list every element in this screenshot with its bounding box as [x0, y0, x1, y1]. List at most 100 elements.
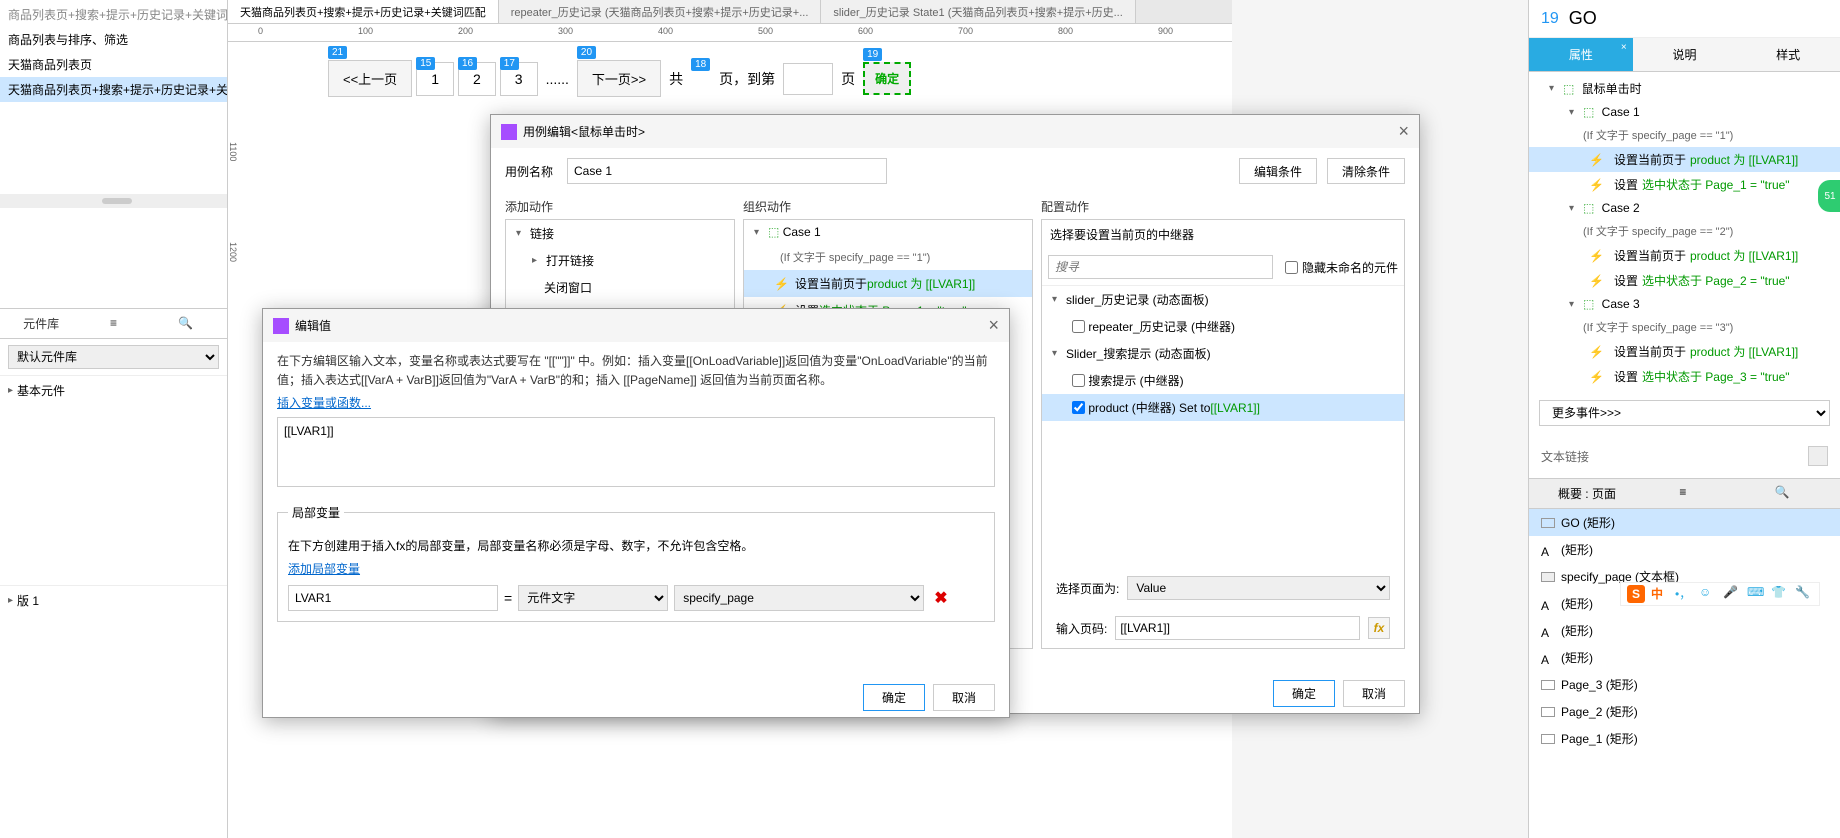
interaction-act[interactable]: ⚡设置当前页于 product 为 [[LVAR1]]	[1529, 243, 1840, 268]
document-tabs: 天猫商品列表页+搜索+提示+历史记录+关键词匹配 repeater_历史记录 (…	[228, 0, 1232, 24]
interaction-case[interactable]: ▾⬚ Case 3	[1529, 293, 1840, 315]
search-icon[interactable]: 🔍	[1734, 485, 1830, 502]
interaction-act[interactable]: ⚡设置 选中状态于 Page_2 = "true"	[1529, 268, 1840, 293]
interaction-cond[interactable]: (If 文字于 specify_page == "1")	[1529, 123, 1840, 147]
tree-item-selected[interactable]: product (中继器) Set to [[LVAR1]]	[1042, 394, 1404, 421]
interaction-case[interactable]: ▾⬚ Case 2	[1529, 197, 1840, 219]
delete-variable-icon[interactable]: ✖	[934, 588, 947, 608]
interaction-cond[interactable]: (If 文字于 specify_page == "2")	[1529, 219, 1840, 243]
outline-item[interactable]: Page_1 (矩形)	[1529, 725, 1840, 752]
pagination-widget: 21 <<上一页 15 1 16 2 17 3 ...... 20 下一页>> …	[328, 60, 911, 97]
page-item-selected[interactable]: 天猫商品列表页+搜索+提示+历史记录+关键词	[0, 77, 227, 102]
outline-item[interactable]: A(矩形)	[1529, 536, 1840, 563]
widget-tree: ▾slider_历史记录 (动态面板) repeater_历史记录 (中继器) …	[1042, 285, 1404, 568]
go-button[interactable]: 确定	[863, 62, 911, 95]
library-select[interactable]: 默认元件库	[8, 345, 219, 369]
tree-item[interactable]: ▸打开链接	[506, 247, 734, 274]
outline-item[interactable]: A(矩形)	[1529, 644, 1840, 671]
widget-checkbox[interactable]	[1072, 374, 1085, 387]
cancel-button[interactable]: 取消	[1343, 680, 1405, 707]
variable-name-input[interactable]	[288, 585, 498, 611]
clear-condition-button[interactable]: 清除条件	[1327, 158, 1405, 184]
menu-icon[interactable]: ≡	[1635, 485, 1731, 502]
edit-condition-button[interactable]: 编辑条件	[1239, 158, 1317, 184]
interaction-act[interactable]: ⚡设置 选中状态于 Page_3 = "true"	[1529, 364, 1840, 389]
ime-punct-icon[interactable]: •，	[1675, 585, 1693, 603]
variable-type-select[interactable]: 元件文字	[518, 585, 668, 611]
tree-item[interactable]: repeater_历史记录 (中继器)	[1042, 313, 1404, 340]
ime-emoji-icon[interactable]: ☺	[1699, 585, 1717, 603]
outline-item[interactable]: A(矩形)	[1529, 617, 1840, 644]
specify-page-input[interactable]	[783, 63, 833, 95]
select-page-dropdown[interactable]: Value	[1127, 576, 1390, 600]
add-local-variable-link[interactable]: 添加局部变量	[288, 562, 360, 576]
canvas-area: 天猫商品列表页+搜索+提示+历史记录+关键词匹配 repeater_历史记录 (…	[228, 0, 1232, 838]
select-page-label: 选择页面为:	[1056, 580, 1119, 597]
tree-node[interactable]: ▾Slider_搜索提示 (动态面板)	[1042, 340, 1404, 367]
sogou-icon[interactable]: S	[1627, 585, 1645, 603]
ime-keyboard-icon[interactable]: ⌨	[1747, 585, 1765, 603]
cancel-button[interactable]: 取消	[933, 684, 995, 711]
rp-icon	[273, 318, 289, 334]
tab-notes[interactable]: 说明	[1633, 38, 1737, 71]
ok-button[interactable]: 确定	[863, 684, 925, 711]
search-icon[interactable]: 🔍	[153, 316, 219, 332]
case-name-input[interactable]	[567, 158, 887, 184]
page-item[interactable]: 天猫商品列表页	[0, 52, 227, 77]
widget-checkbox[interactable]	[1072, 320, 1085, 333]
variable-target-select[interactable]: specify_page	[674, 585, 924, 611]
tree-node[interactable]: ▾slider_历史记录 (动态面板)	[1042, 286, 1404, 313]
tree-item[interactable]: 搜索提示 (中继器)	[1042, 367, 1404, 394]
ime-skin-icon[interactable]: 👕	[1771, 585, 1789, 603]
interaction-cond[interactable]: (If 文字于 specify_page == "3")	[1529, 315, 1840, 339]
link-icon[interactable]	[1808, 446, 1828, 466]
tab-style[interactable]: 样式	[1736, 38, 1840, 71]
library-category[interactable]: 版 1	[0, 585, 227, 615]
outline-item[interactable]: Page_2 (矩形)	[1529, 698, 1840, 725]
local-variables-fieldset: 局部变量 在下方创建用于插入fx的局部变量，局部变量名称必须是字母、数字，不允许…	[277, 504, 995, 622]
action-row[interactable]: ⚡ 设置当前页于 product 为 [[LVAR1]]	[744, 270, 1032, 297]
document-tab[interactable]: 天猫商品列表页+搜索+提示+历史记录+关键词匹配	[228, 0, 499, 23]
menu-icon[interactable]: ≡	[80, 316, 146, 332]
prev-button[interactable]: <<上一页	[328, 60, 412, 97]
interaction-act[interactable]: ⚡设置当前页于 product 为 [[LVAR1]]	[1529, 339, 1840, 364]
interaction-act[interactable]: ⚡设置当前页于 product 为 [[LVAR1]]	[1529, 147, 1840, 172]
case-name-label: 用例名称	[505, 163, 553, 180]
document-tab[interactable]: repeater_历史记录 (天猫商品列表页+搜索+提示+历史记录+...	[499, 0, 822, 23]
ime-tool-icon[interactable]: 🔧	[1795, 585, 1813, 603]
interaction-act[interactable]: ⚡设置 选中状态于 Page_1 = "true"	[1529, 172, 1840, 197]
edit-description: 在下方编辑区输入文本，变量名称或表达式要写在 "[[""]]" 中。例如：插入变…	[277, 352, 995, 390]
add-action-header: 添加动作	[505, 194, 735, 219]
next-button[interactable]: 下一页>>	[577, 60, 661, 97]
document-tab[interactable]: slider_历史记录 State1 (天猫商品列表页+搜索+提示+历史...	[821, 0, 1135, 23]
more-events-dropdown[interactable]: 更多事件>>>	[1539, 400, 1830, 426]
library-category[interactable]: 基本元件	[0, 375, 227, 405]
interaction-ev[interactable]: ⬚ 鼠标移入时	[1529, 389, 1840, 392]
value-textarea[interactable]: [[LVAR1]]	[277, 417, 995, 487]
tree-node-link[interactable]: ▾链接	[506, 220, 734, 247]
fx-button[interactable]: fx	[1368, 617, 1390, 639]
page-number-input[interactable]	[1115, 616, 1360, 640]
equals-label: =	[504, 590, 512, 606]
outline-item[interactable]: Page_3 (矩形)	[1529, 671, 1840, 698]
close-icon[interactable]: ×	[1398, 121, 1409, 142]
page-item[interactable]: 商品列表页+搜索+提示+历史记录+关键词匹配	[0, 2, 227, 27]
case-node[interactable]: ▾ ⬚ Case 1	[744, 220, 1032, 244]
close-icon[interactable]: ×	[988, 315, 999, 336]
widget-checkbox[interactable]	[1072, 401, 1085, 414]
ime-lang-icon[interactable]: 中	[1651, 585, 1669, 603]
widget-search-input[interactable]	[1048, 255, 1273, 279]
tab-properties[interactable]: 属性	[1529, 38, 1633, 71]
ok-button[interactable]: 确定	[1273, 680, 1335, 707]
interaction-ev[interactable]: ▾⬚ 鼠标单击时	[1529, 76, 1840, 101]
selection-header: 19 GO	[1529, 0, 1840, 38]
tree-item[interactable]: 关闭窗口	[506, 274, 734, 301]
hide-unnamed-checkbox[interactable]: 隐藏未命名的元件	[1279, 255, 1404, 280]
outline-item[interactable]: GO (矩形)	[1529, 509, 1840, 536]
insert-variable-link[interactable]: 插入变量或函数...	[277, 396, 371, 410]
interaction-case[interactable]: ▾⬚ Case 1	[1529, 101, 1840, 123]
side-badge[interactable]: 51	[1818, 180, 1840, 212]
ime-voice-icon[interactable]: 🎤	[1723, 585, 1741, 603]
page-item[interactable]: 商品列表与排序、筛选	[0, 27, 227, 52]
page-number-label: 输入页码:	[1056, 620, 1107, 637]
